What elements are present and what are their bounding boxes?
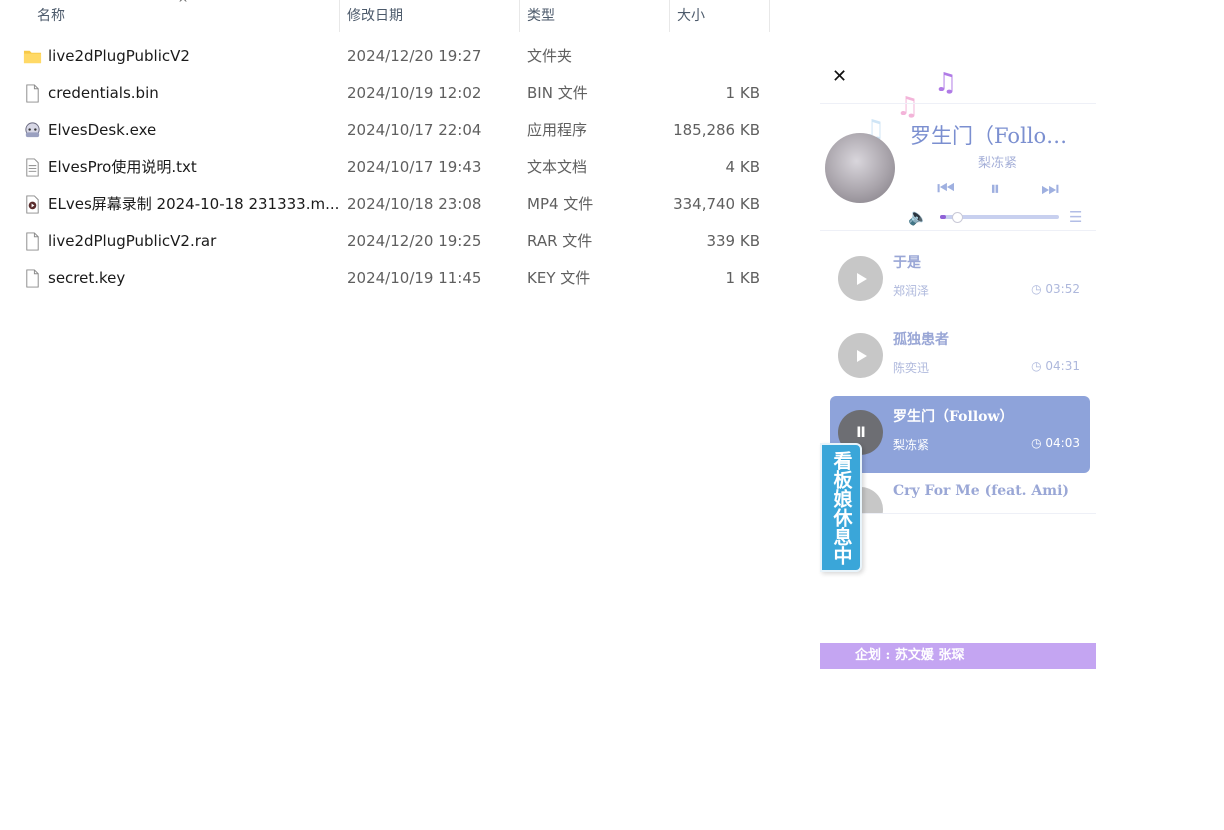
previous-track-button[interactable]: ⏮: [937, 176, 955, 200]
progress-bar[interactable]: [940, 212, 1059, 223]
file-size: 185,286 KB: [673, 121, 760, 139]
file-row[interactable]: credentials.bin 2024/10/19 12:02 BIN 文件 …: [0, 75, 770, 112]
file-name: ELves屏幕录制 2024-10-18 231333.m...: [48, 195, 340, 213]
track-artist: 梨冻紧: [893, 438, 930, 452]
video-file-icon: [26, 195, 39, 214]
track-item[interactable]: Cry For Me (feat. Ami): [830, 473, 1090, 513]
now-playing-title: 罗生门（Follo…: [910, 124, 1068, 148]
track-title: 罗生门（Follow）: [893, 409, 1014, 425]
file-row[interactable]: live2dPlugPublicV2.rar 2024/12/20 19:25 …: [0, 223, 770, 260]
clock-icon: ◷: [1031, 359, 1046, 373]
column-header-date[interactable]: 修改日期: [347, 0, 403, 32]
next-track-button[interactable]: ⏭: [1041, 176, 1059, 200]
file-type: 文本文档: [527, 158, 588, 176]
file-date: 2024/10/17 19:43: [347, 158, 482, 176]
column-divider[interactable]: [519, 0, 520, 32]
file-date: 2024/10/19 11:45: [347, 269, 482, 287]
close-button[interactable]: ✕: [832, 66, 847, 87]
track-item[interactable]: 于是 郑润泽 ◷ 03:52: [830, 242, 1090, 319]
divider: [820, 103, 1096, 104]
file-explorer: 名称 ^ 修改日期 类型 大小 live2dPlugPublicV2 2024/…: [0, 0, 770, 300]
volume-icon[interactable]: 🔈: [908, 207, 928, 226]
file-size: 334,740 KB: [673, 195, 760, 213]
file-type: RAR 文件: [527, 232, 593, 250]
album-cover: [825, 133, 895, 203]
file-icon: [26, 84, 39, 103]
file-name: secret.key: [48, 269, 126, 287]
file-type: 文件夹: [527, 47, 573, 65]
file-row[interactable]: ElvesDesk.exe 2024/10/17 22:04 应用程序 185,…: [0, 112, 770, 149]
track-title: Cry For Me (feat. Ami): [893, 483, 1070, 499]
track-duration: ◷ 04:31: [1031, 359, 1080, 373]
file-date: 2024/10/17 22:04: [347, 121, 482, 139]
music-note-icon: ♫: [896, 92, 920, 122]
file-type: BIN 文件: [527, 84, 588, 102]
clock-icon: ◷: [1031, 436, 1046, 450]
kanban-girl-tab[interactable]: 看板娘休息中: [820, 443, 862, 572]
track-duration: ◷ 04:03: [1031, 436, 1080, 450]
file-type: KEY 文件: [527, 269, 591, 287]
track-artist: 郑润泽: [893, 284, 930, 298]
track-artist: 陈奕迅: [893, 361, 930, 375]
file-size: 4 KB: [725, 158, 760, 176]
file-date: 2024/10/18 23:08: [347, 195, 482, 213]
column-divider[interactable]: [769, 0, 770, 32]
music-player: ✕ ♫ ♫ ♫ 罗生门（Follo… 梨冻紧 ⏮ ⏸ ⏭ 🔈 ☰ 于是 郑润泽 …: [820, 60, 1096, 670]
progress-fill: [940, 215, 946, 219]
track-title: 孤独患者: [893, 332, 949, 348]
divider: [820, 230, 1096, 231]
track-duration-value: 03:52: [1045, 282, 1080, 296]
play-icon[interactable]: [838, 256, 883, 301]
file-icon: [26, 232, 39, 251]
track-duration: ◷ 03:52: [1031, 282, 1080, 296]
credit-bar: 企划 : 苏文媛 张琛: [820, 643, 1096, 669]
file-row[interactable]: ElvesPro使用说明.txt 2024/10/17 19:43 文本文档 4…: [0, 149, 770, 186]
now-playing-artist: 梨冻紧: [978, 156, 1018, 171]
column-divider[interactable]: [339, 0, 340, 32]
file-size: 1 KB: [725, 269, 760, 287]
file-name: credentials.bin: [48, 84, 159, 102]
text-file-icon: [26, 158, 39, 177]
track-item[interactable]: 孤独患者 陈奕迅 ◷ 04:31: [830, 319, 1090, 396]
sort-ascending-icon: ^: [178, 0, 189, 10]
column-header-type[interactable]: 类型: [527, 0, 555, 32]
app-icon: [25, 122, 40, 138]
music-note-icon: ♫: [934, 68, 958, 98]
file-icon: [26, 269, 39, 288]
folder-icon: [23, 50, 42, 64]
playlist-icon[interactable]: ☰: [1069, 208, 1082, 226]
track-duration-value: 04:03: [1045, 436, 1080, 450]
clock-icon: ◷: [1031, 282, 1046, 296]
file-name: ElvesPro使用说明.txt: [48, 158, 197, 176]
pause-button[interactable]: ⏸: [990, 176, 1000, 200]
file-type: MP4 文件: [527, 195, 594, 213]
column-header-size[interactable]: 大小: [677, 0, 705, 32]
file-size: 1 KB: [725, 84, 760, 102]
file-row[interactable]: live2dPlugPublicV2 2024/12/20 19:27 文件夹: [0, 38, 770, 75]
file-name: ElvesDesk.exe: [48, 121, 157, 139]
track-title: 于是: [893, 255, 921, 271]
file-date: 2024/12/20 19:25: [347, 232, 482, 250]
column-divider[interactable]: [669, 0, 670, 32]
file-date: 2024/10/19 12:02: [347, 84, 482, 102]
file-name: live2dPlugPublicV2: [48, 47, 190, 65]
progress-handle[interactable]: [951, 212, 963, 223]
file-date: 2024/12/20 19:27: [347, 47, 482, 65]
credit-text: 企划 : 苏文媛 张琛: [855, 648, 965, 663]
file-row[interactable]: secret.key 2024/10/19 11:45 KEY 文件 1 KB: [0, 260, 770, 297]
track-item-active[interactable]: II 罗生门（Follow） 梨冻紧 ◷ 04:03: [830, 396, 1090, 473]
play-icon[interactable]: [838, 333, 883, 378]
file-name: live2dPlugPublicV2.rar: [48, 232, 217, 250]
track-duration-value: 04:31: [1045, 359, 1080, 373]
file-row[interactable]: ELves屏幕录制 2024-10-18 231333.m... 2024/10…: [0, 186, 770, 223]
column-header-name[interactable]: 名称: [37, 0, 65, 32]
file-size: 339 KB: [706, 232, 760, 250]
file-type: 应用程序: [527, 121, 588, 139]
